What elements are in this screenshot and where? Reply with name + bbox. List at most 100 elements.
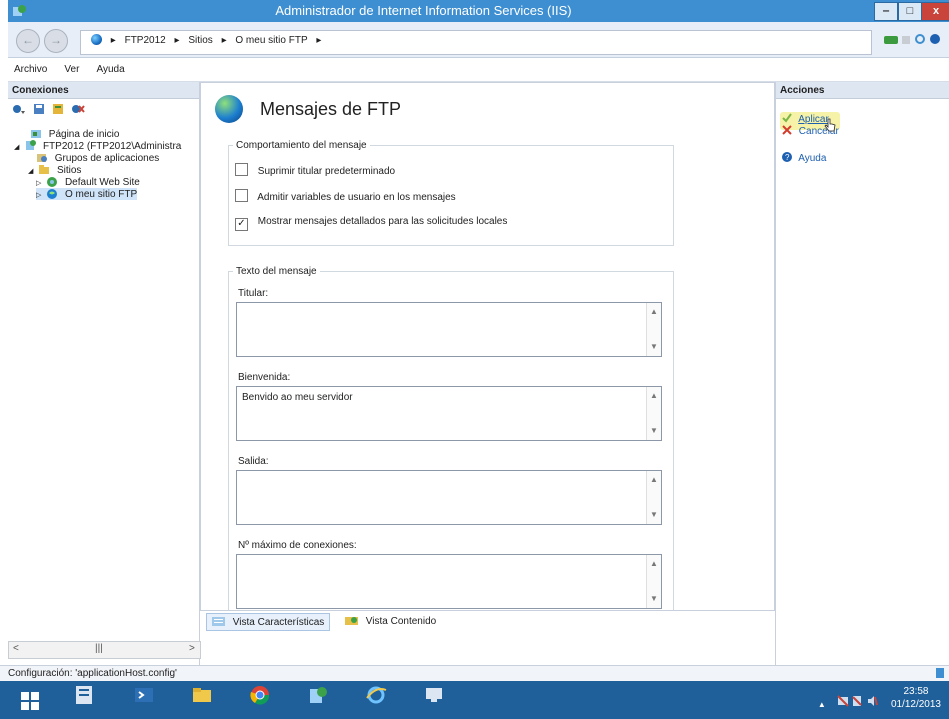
- checkbox-box[interactable]: [235, 163, 248, 176]
- scroll-up-icon[interactable]: ▲: [647, 473, 661, 487]
- vertical-scrollbar[interactable]: ▲ ▼: [646, 303, 661, 356]
- help-action[interactable]: ? Ayuda: [782, 152, 826, 164]
- apply-action[interactable]: Aplicar: [782, 113, 829, 125]
- breadcrumb-item-sites[interactable]: Sitios: [188, 35, 212, 46]
- powershell-button[interactable]: [122, 684, 166, 716]
- tree-item-label: FTP2012 (FTP2012\Administra: [42, 141, 182, 152]
- checkbox-box[interactable]: [235, 189, 248, 202]
- network-status-icon: [935, 667, 945, 682]
- tree-item-sites[interactable]: ◢ Sitios: [28, 164, 81, 176]
- scroll-left-arrow[interactable]: <: [13, 643, 19, 654]
- banner-textarea[interactable]: ▲ ▼: [236, 302, 662, 357]
- ftp-messages-icon: [215, 95, 243, 123]
- remote-desktop-button[interactable]: [412, 684, 456, 716]
- server-manager-icon: [76, 686, 92, 704]
- window-title-bar[interactable]: Administrador de Internet Information Se…: [8, 0, 949, 22]
- status-text: Configuración: 'applicationHost.config': [8, 668, 177, 679]
- internet-explorer-icon: [366, 686, 387, 704]
- tab-label: Vista Características: [232, 617, 325, 628]
- connections-toolbar: [8, 99, 199, 121]
- address-toolbar: [883, 33, 941, 48]
- app-pools-icon: [36, 152, 48, 163]
- maximize-button[interactable]: □: [898, 2, 922, 21]
- breadcrumb-item-server[interactable]: FTP2012: [125, 35, 166, 46]
- vertical-scrollbar[interactable]: ▲ ▼: [646, 471, 661, 524]
- scroll-up-icon[interactable]: ▲: [647, 305, 661, 319]
- breadcrumb[interactable]: ▸ FTP2012 ▸ Sitios ▸ O meu sitio FTP ▸: [80, 30, 872, 55]
- welcome-textarea[interactable]: Benvido ao meu servidor ▲ ▼: [236, 386, 662, 441]
- clock-date: 01/12/2013: [890, 699, 941, 710]
- volume-icon[interactable]: [866, 696, 879, 710]
- connect-icon[interactable]: [883, 36, 901, 48]
- tab-content-view[interactable]: Vista Contenido: [340, 613, 441, 629]
- support-user-variables-checkbox[interactable]: Admitir variables de usuario en los mens…: [235, 189, 456, 203]
- network-icon[interactable]: [836, 695, 849, 710]
- iis-manager-icon: [310, 687, 327, 703]
- save-icon[interactable]: [33, 104, 48, 118]
- action-label: Ayuda: [798, 153, 827, 164]
- scroll-down-icon[interactable]: ▼: [647, 340, 661, 354]
- windows-logo-icon: [20, 691, 40, 711]
- svg-text:?: ?: [785, 153, 790, 162]
- disconnect-icon[interactable]: [71, 105, 85, 118]
- globe-icon: [46, 188, 58, 199]
- tree-item-app-pools[interactable]: Grupos de aplicaciones: [36, 152, 159, 164]
- iis-manager-button[interactable]: [296, 684, 340, 716]
- menu-archivo[interactable]: Archivo: [14, 64, 47, 75]
- suppress-default-banner-checkbox[interactable]: Suprimir titular predeterminado: [235, 163, 395, 177]
- server-manager-button[interactable]: [62, 684, 106, 716]
- collapse-icon[interactable]: ◢: [28, 168, 33, 175]
- start-button[interactable]: [8, 684, 52, 716]
- tree-item-label: Default Web Site: [64, 177, 140, 188]
- stop-icon[interactable]: [901, 36, 914, 48]
- scroll-up-icon[interactable]: ▲: [647, 389, 661, 403]
- folder-icon: [38, 164, 50, 175]
- exit-textarea[interactable]: ▲ ▼: [236, 470, 662, 525]
- breadcrumb-separator: ▸: [221, 35, 227, 46]
- features-view-icon: [212, 616, 226, 627]
- action-center-icon[interactable]: [851, 696, 863, 710]
- window-title: Administrador de Internet Information Se…: [275, 3, 572, 18]
- internet-explorer-button[interactable]: [354, 684, 398, 716]
- collapse-icon[interactable]: ◢: [14, 144, 19, 151]
- expand-icon[interactable]: ▷: [36, 180, 41, 187]
- forward-button[interactable]: →: [44, 29, 68, 53]
- chrome-button[interactable]: [238, 684, 282, 716]
- show-hidden-icons-icon[interactable]: ▲: [818, 700, 826, 709]
- tree-item-server[interactable]: ◢ FTP2012 (FTP2012\Administra: [14, 140, 181, 152]
- minimize-button[interactable]: ‒: [874, 2, 898, 21]
- horizontal-scrollbar[interactable]: < ||| >: [8, 641, 201, 659]
- tree-item-label: Grupos de aplicaciones: [54, 153, 160, 164]
- scroll-down-icon[interactable]: ▼: [647, 592, 661, 606]
- tree-item-default-web-site[interactable]: ▷ Default Web Site: [36, 176, 140, 188]
- expand-icon[interactable]: ▷: [36, 192, 41, 199]
- menu-ayuda[interactable]: Ayuda: [97, 64, 125, 75]
- cancel-icon: [782, 125, 792, 135]
- close-button[interactable]: x: [921, 2, 949, 21]
- help-icon[interactable]: [929, 34, 941, 48]
- scroll-right-arrow[interactable]: >: [189, 643, 195, 654]
- breadcrumb-item-ftp-site[interactable]: O meu sitio FTP: [235, 35, 307, 46]
- refresh-icon[interactable]: [914, 34, 929, 48]
- connections-pane: Conexiones Página de inicio ◢ FTP2012 (F…: [8, 82, 201, 665]
- scroll-down-icon[interactable]: ▼: [647, 424, 661, 438]
- tree-item-home[interactable]: Página de inicio: [30, 128, 119, 140]
- max-connections-textarea[interactable]: ▲ ▼: [236, 554, 662, 609]
- website-icon: [46, 176, 58, 187]
- new-item-icon[interactable]: [52, 104, 67, 118]
- scroll-up-icon[interactable]: ▲: [647, 557, 661, 571]
- back-button[interactable]: ←: [16, 29, 40, 53]
- tab-features-view[interactable]: Vista Características: [206, 613, 331, 631]
- scroll-thumb[interactable]: |||: [95, 643, 103, 654]
- checkbox-box[interactable]: ✓: [235, 218, 248, 231]
- tree-item-ftp-site[interactable]: ▷ O meu sitio FTP: [36, 188, 138, 200]
- connect-icon[interactable]: [12, 105, 29, 118]
- file-explorer-button[interactable]: [180, 684, 224, 716]
- scroll-down-icon[interactable]: ▼: [647, 508, 661, 522]
- vertical-scrollbar[interactable]: ▲ ▼: [646, 555, 661, 608]
- menu-ver[interactable]: Ver: [64, 64, 79, 75]
- show-detailed-messages-checkbox[interactable]: ✓ Mostrar mensajes detallados para las s…: [235, 216, 507, 231]
- clock[interactable]: 23:58 01/12/2013: [891, 685, 941, 711]
- clock-time: 23:58: [903, 686, 929, 697]
- vertical-scrollbar[interactable]: ▲ ▼: [646, 387, 661, 440]
